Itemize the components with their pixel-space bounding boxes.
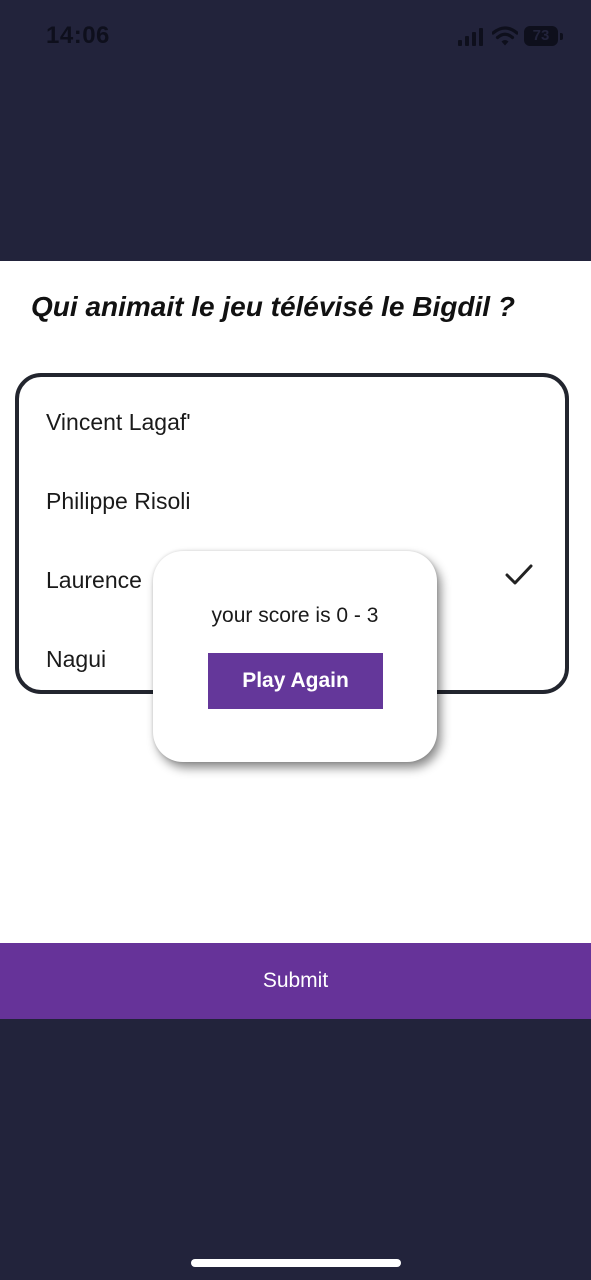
score-dialog: your score is 0 - 3 Play Again — [153, 551, 437, 762]
play-again-button[interactable]: Play Again — [208, 653, 383, 709]
battery-cap — [560, 33, 563, 40]
checkmark-icon — [505, 564, 533, 585]
home-indicator — [191, 1259, 401, 1267]
battery-icon: 73 — [524, 26, 566, 48]
question-title: Qui animait le jeu télévisé le Bigdil ? — [31, 291, 515, 322]
quiz-content: Qui animait le jeu télévisé le Bigdil ? … — [0, 261, 591, 943]
status-bar: 14:06 73 — [0, 0, 591, 80]
score-text: your score is 0 - 3 — [211, 604, 379, 627]
submit-button[interactable]: Submit — [0, 943, 591, 1019]
wifi-icon — [492, 26, 518, 46]
answer-option[interactable]: Vincent Lagaf' — [46, 400, 546, 444]
status-time: 14:06 — [46, 22, 110, 49]
battery-level: 73 — [532, 27, 550, 44]
answer-option[interactable]: Philippe Risoli — [46, 479, 546, 523]
signal-icon — [458, 28, 483, 46]
